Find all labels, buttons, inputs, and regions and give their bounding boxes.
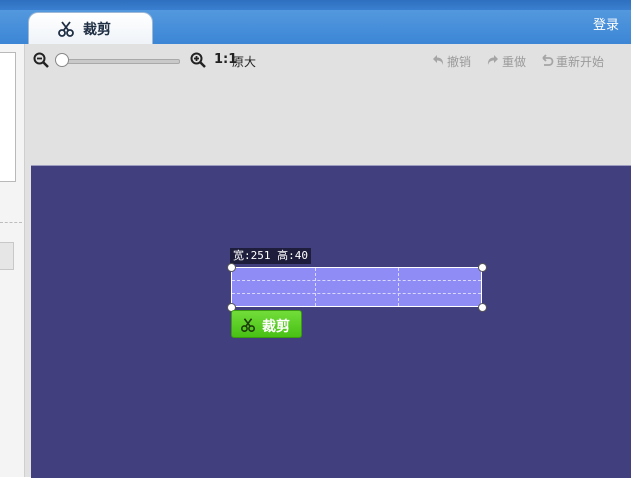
restart-label: 重新开始 xyxy=(556,55,605,69)
zoom-in-icon[interactable] xyxy=(190,52,206,68)
resize-handle-top-left[interactable] xyxy=(227,263,236,272)
top-bar: 裁剪 登录 xyxy=(0,0,631,46)
resize-handle-top-right[interactable] xyxy=(478,263,487,272)
tab-label: 裁剪 xyxy=(83,22,111,38)
redo-icon xyxy=(487,55,498,65)
undo-label: 撤销 xyxy=(447,55,472,69)
restart-icon xyxy=(542,54,554,66)
left-sidebar xyxy=(0,44,24,477)
grid-line xyxy=(315,268,316,306)
sidebar-divider xyxy=(0,222,22,223)
crop-selection[interactable] xyxy=(231,267,482,307)
crop-size-label: 宽:251 高:40 xyxy=(230,248,311,264)
original-size-label[interactable]: 原大 xyxy=(232,53,256,70)
crop-button-label: 裁剪 xyxy=(262,319,290,335)
scissors-icon xyxy=(58,21,74,37)
top-strip xyxy=(0,0,631,10)
redo-label: 重做 xyxy=(502,55,527,69)
scissors-icon xyxy=(240,318,256,333)
login-link[interactable]: 登录 xyxy=(593,14,619,33)
zoom-slider-handle[interactable] xyxy=(55,53,69,67)
zoom-out-icon[interactable] xyxy=(33,52,49,68)
tab-crop[interactable]: 裁剪 xyxy=(28,12,153,46)
redo-button[interactable]: 重做 xyxy=(486,53,530,69)
zoom-slider[interactable] xyxy=(60,59,180,64)
image-canvas[interactable] xyxy=(31,165,631,478)
undo-button[interactable]: 撤销 xyxy=(431,53,475,69)
crop-button[interactable]: 裁剪 xyxy=(231,310,302,338)
sidebar-panel xyxy=(0,52,16,182)
resize-handle-bottom-right[interactable] xyxy=(478,303,487,312)
grid-line xyxy=(398,268,399,306)
grid-line xyxy=(232,293,481,294)
restart-button[interactable]: 重新开始 xyxy=(540,53,610,69)
undo-icon xyxy=(433,55,444,65)
grid-line xyxy=(232,280,481,281)
sidebar-tab[interactable] xyxy=(0,242,14,270)
